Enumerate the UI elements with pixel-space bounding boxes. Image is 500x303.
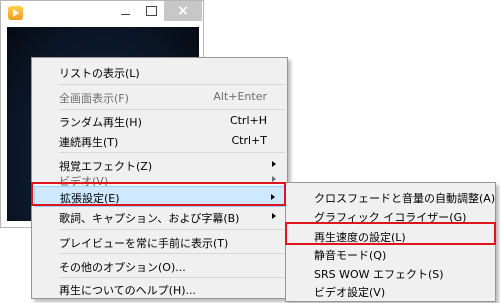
minimize-icon[interactable] [113, 1, 137, 21]
menu-item-label: プレイビューを常に手前に表示(T) [59, 237, 229, 250]
maximize-icon[interactable] [139, 1, 163, 21]
menu-separator [59, 253, 285, 254]
menu-item-label: 静音モード(Q) [314, 249, 387, 262]
menu-item-label: 全画面表示(F) [59, 92, 129, 105]
screen: × リストの表示(L) 全画面表示(F) Alt+Enter ランダム再生(H)… [0, 0, 500, 303]
media-player-app-icon [8, 6, 23, 20]
submenu-item-video-settings[interactable]: ビデオ設定(V) [288, 281, 493, 300]
enhancements-callout-box [31, 182, 286, 206]
submenu-item-quiet-mode[interactable]: 静音モード(Q) [288, 244, 493, 263]
context-menu: リストの表示(L) 全画面表示(F) Alt+Enter ランダム再生(H) C… [31, 57, 288, 299]
close-icon[interactable]: × [164, 1, 202, 21]
menu-item-repeat[interactable]: 連続再生(T) Ctrl+T [34, 130, 285, 151]
menu-item-label: ランダム再生(H) [59, 116, 142, 129]
menu-item-label: 歌詞、キャプション、および字幕(B) [59, 212, 240, 225]
menu-item-lyrics-captions-subtitles[interactable]: 歌詞、キャプション、および字幕(B) [34, 206, 285, 227]
submenu-arrow-icon [272, 161, 276, 167]
title-bar: × [1, 1, 203, 27]
menu-item-label: ビデオ設定(V) [314, 286, 386, 299]
menu-item-playback-help[interactable]: 再生についてのヘルプ(H)... [34, 278, 285, 299]
menu-item-shortcut: Ctrl+H [229, 114, 267, 127]
menu-item-show-list[interactable]: リストの表示(L) [34, 61, 285, 82]
menu-item-more-options[interactable]: その他のオプション(O)... [34, 255, 285, 276]
menu-item-always-on-top[interactable]: プレイビューを常に手前に表示(T) [34, 231, 285, 252]
menu-item-shortcut: Alt+Enter [213, 90, 267, 103]
menu-item-label: リストの表示(L) [59, 67, 140, 80]
menu-item-label: SRS WOW エフェクト(S) [314, 268, 444, 281]
menu-item-label: 連続再生(T) [59, 136, 119, 149]
play-speed-callout-box [285, 222, 496, 245]
menu-separator [59, 84, 285, 85]
menu-item-label: 再生についてのヘルプ(H)... [59, 284, 197, 297]
menu-separator [59, 229, 285, 230]
menu-item-shortcut: Ctrl+T [231, 134, 267, 147]
submenu-arrow-icon [272, 213, 276, 219]
menu-item-label: クロスフェードと音量の自動調整(A) [314, 192, 496, 205]
submenu-item-crossfade-auto-volume[interactable]: クロスフェードと音量の自動調整(A) [288, 187, 496, 206]
menu-item-label: その他のオプション(O)... [59, 261, 186, 274]
submenu-item-srs-wow-effects[interactable]: SRS WOW エフェクト(S) [288, 263, 493, 282]
menu-separator [59, 152, 285, 153]
menu-item-shuffle[interactable]: ランダム再生(H) Ctrl+H [34, 110, 285, 131]
menu-item-full-screen[interactable]: 全画面表示(F) Alt+Enter [34, 86, 285, 107]
